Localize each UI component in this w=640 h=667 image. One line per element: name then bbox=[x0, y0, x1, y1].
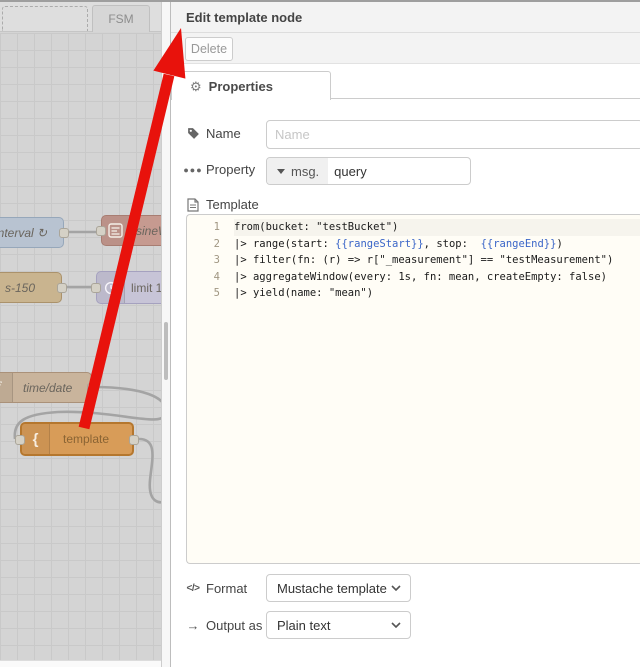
wire bbox=[138, 437, 161, 504]
delete-button[interactable]: Delete bbox=[185, 37, 233, 61]
node-template[interactable]: { template bbox=[15, 422, 139, 456]
code-icon: </> bbox=[186, 583, 200, 594]
canvas-bottom-strip bbox=[0, 660, 161, 667]
format-label-text: Format bbox=[206, 581, 248, 596]
output-as-select[interactable]: Plain text bbox=[266, 611, 411, 639]
arrow-right-icon: → bbox=[186, 618, 200, 633]
node-limit[interactable]: limit 1 ms bbox=[91, 271, 161, 304]
chevron-down-icon bbox=[391, 622, 401, 628]
file-code-icon bbox=[186, 197, 200, 212]
tab-properties-label: Properties bbox=[208, 78, 273, 94]
chevron-down-icon bbox=[277, 168, 285, 174]
typedinput-type-button[interactable]: msg. bbox=[267, 158, 329, 184]
ellipsis-icon: ●●● bbox=[183, 164, 203, 175]
output-as-label-text: Output as bbox=[206, 618, 263, 633]
format-select[interactable]: Mustache template bbox=[266, 574, 411, 602]
gear-icon: ⚙ bbox=[190, 78, 202, 94]
dialog-toolbar: Delete bbox=[171, 33, 640, 64]
edit-node-dialog: Edit template node Delete ⚙ Properties N… bbox=[170, 2, 640, 667]
node-label: limit 1 ms bbox=[131, 280, 161, 295]
output-as-label: → Output as bbox=[186, 618, 266, 633]
tag-icon bbox=[186, 127, 200, 140]
flow-tab-label: FSM bbox=[108, 12, 134, 26]
canvas-scrollbar-thumb[interactable] bbox=[164, 322, 168, 380]
property-label-text: Property bbox=[206, 162, 256, 177]
format-select-value: Mustache template bbox=[277, 580, 387, 596]
function-icon: f bbox=[0, 373, 13, 402]
property-typedinput[interactable]: msg. query bbox=[266, 157, 471, 185]
property-label: ●●● Property bbox=[183, 162, 266, 177]
tab-properties[interactable]: ⚙ Properties bbox=[171, 71, 331, 100]
node-interval[interactable]: interval ↻ bbox=[0, 217, 69, 248]
clock-icon bbox=[97, 272, 125, 303]
name-label: Name bbox=[186, 126, 266, 141]
dialog-title: Edit template node bbox=[186, 9, 303, 25]
format-label: </> Format bbox=[186, 581, 266, 596]
dialog-form: Name ●●● Property msg. query Templa bbox=[171, 99, 640, 667]
property-value-input[interactable]: query bbox=[328, 158, 367, 184]
template-label-text: Template bbox=[206, 197, 259, 212]
dialog-header: Edit template node bbox=[171, 2, 640, 33]
node-port[interactable] bbox=[87, 383, 97, 393]
node-label: s-150 bbox=[5, 280, 36, 295]
flow-tab-fsm[interactable]: FSM bbox=[92, 5, 150, 32]
node-port[interactable] bbox=[15, 435, 25, 445]
flow-grid[interactable]: interval ↻ sineW s-150 bbox=[0, 33, 161, 662]
flow-wires bbox=[13, 230, 161, 504]
node-timedate[interactable]: f time/date bbox=[0, 372, 97, 403]
editor-code[interactable]: from(bucket: "testBucket") |> range(start… bbox=[234, 219, 640, 563]
name-input[interactable] bbox=[266, 120, 640, 149]
node-red-window: FSM interval ↻ sineW bbox=[0, 0, 640, 667]
chevron-down-icon bbox=[391, 585, 401, 591]
canvas-scrollbar[interactable] bbox=[161, 2, 170, 667]
typedinput-type-label: msg. bbox=[291, 163, 320, 179]
template-brace-icon: { bbox=[22, 424, 50, 454]
node-label: sineW bbox=[136, 223, 161, 238]
node-port[interactable] bbox=[129, 435, 139, 445]
node-label: template bbox=[63, 432, 110, 446]
output-as-select-value: Plain text bbox=[277, 617, 331, 633]
node-port[interactable] bbox=[59, 228, 69, 238]
node-port[interactable] bbox=[96, 226, 106, 236]
editor-gutter: 12345 bbox=[213, 221, 220, 299]
node-label: interval ↻ bbox=[0, 225, 48, 240]
dialog-tabbar: ⚙ Properties bbox=[171, 64, 640, 100]
window-top-border bbox=[0, 0, 640, 2]
node-sinewave[interactable]: sineW bbox=[96, 215, 161, 246]
node-s150[interactable]: s-150 bbox=[0, 272, 67, 303]
flow-tab-partial[interactable] bbox=[2, 6, 88, 31]
node-port[interactable] bbox=[91, 283, 101, 293]
node-label: time/date bbox=[23, 380, 73, 395]
node-port[interactable] bbox=[57, 283, 67, 293]
name-label-text: Name bbox=[206, 126, 241, 141]
flow-canvas[interactable]: FSM interval ↻ sineW bbox=[0, 2, 161, 667]
template-label: Template bbox=[186, 197, 266, 212]
template-code-editor[interactable]: 12345 from(bucket: "testBucket") |> range… bbox=[186, 214, 640, 564]
waveform-icon bbox=[102, 216, 130, 245]
flow-tabbar: FSM bbox=[0, 2, 161, 32]
